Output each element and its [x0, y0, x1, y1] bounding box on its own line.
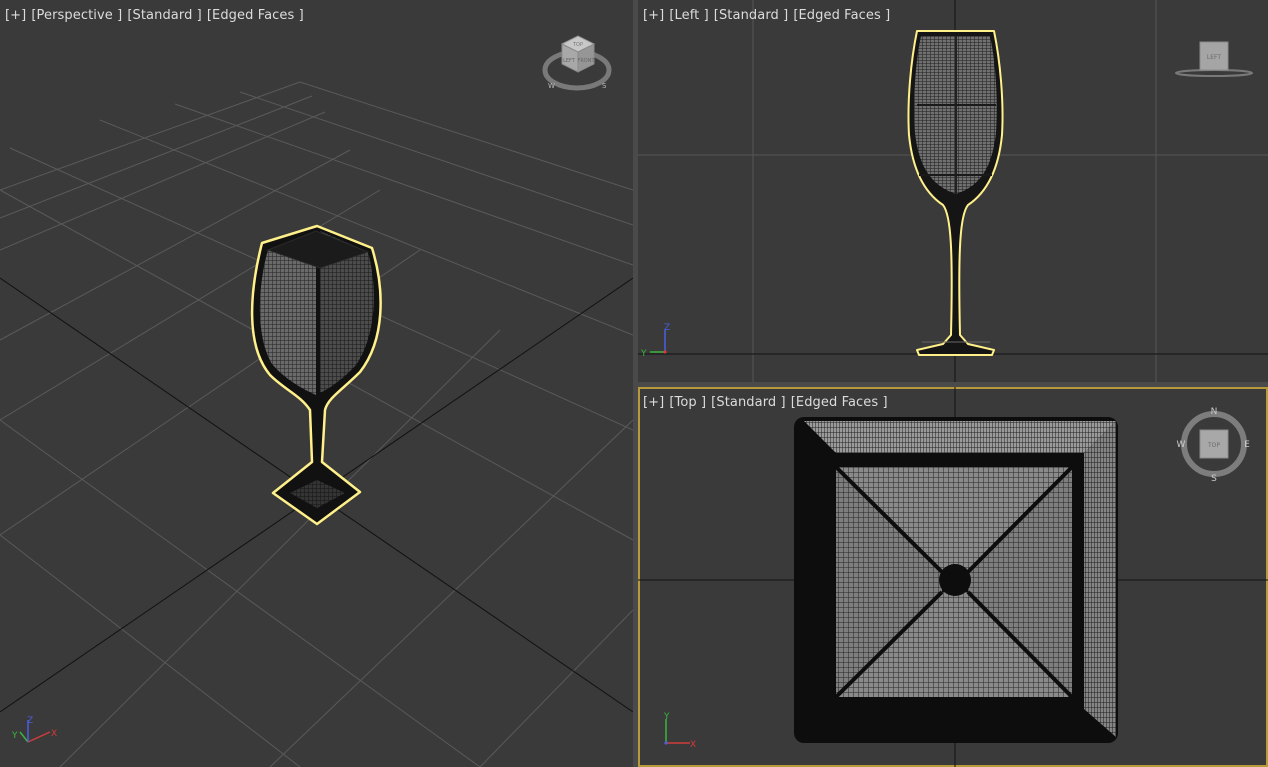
viewport-menu-button[interactable]: [+]: [5, 8, 26, 23]
compass-w-label[interactable]: W: [548, 82, 555, 90]
compass-e-label[interactable]: E: [1244, 440, 1250, 450]
viewcube-perspective[interactable]: TOP LEFT FRONT W S: [540, 30, 614, 96]
viewcube-top[interactable]: TOP N E S W: [1176, 405, 1252, 485]
perspective-scene[interactable]: [0, 0, 633, 767]
axis-z-label: Z: [27, 716, 33, 726]
viewport-label-top: [+] [Top ] [Standard ] [Edged Faces ]: [643, 395, 888, 410]
viewport-top[interactable]: [+] [Top ] [Standard ] [Edged Faces ] TO…: [638, 387, 1268, 767]
glass-top-view[interactable]: [794, 417, 1118, 743]
axis-tripod-left: Z Y: [640, 323, 670, 358]
axis-z-label: Z: [664, 323, 670, 333]
axis-x-label: X: [690, 740, 696, 749]
view-name-menu[interactable]: [Left ]: [669, 8, 708, 23]
viewcube-face-top[interactable]: TOP: [1207, 442, 1220, 449]
viewcube-face-left[interactable]: LEFT: [563, 58, 576, 64]
viewport-left[interactable]: [+] [Left ] [Standard ] [Edged Faces ] L…: [638, 0, 1268, 382]
axis-tripod-perspective: X Y Z: [11, 716, 57, 743]
glass-left-view[interactable]: [907, 30, 1004, 356]
axis-y-label: Y: [640, 349, 647, 358]
shading-menu[interactable]: [Standard ]: [127, 8, 202, 23]
axis-tripod-top: Y X: [663, 712, 696, 749]
viewport-menu-button[interactable]: [+]: [643, 395, 664, 410]
view-name-menu[interactable]: [Perspective ]: [31, 8, 122, 23]
compass-w-label[interactable]: W: [1177, 440, 1186, 450]
axis-x-label: X: [51, 729, 57, 739]
viewport-perspective[interactable]: [+] [Perspective ] [Standard ] [Edged Fa…: [0, 0, 633, 767]
viewport-label-left: [+] [Left ] [Standard ] [Edged Faces ]: [643, 8, 890, 23]
glass-perspective[interactable]: [250, 224, 382, 526]
compass-s-label[interactable]: S: [1211, 474, 1217, 484]
view-name-menu[interactable]: [Top ]: [669, 395, 706, 410]
viewcube-face-left[interactable]: LEFT: [1207, 54, 1221, 61]
shading-menu[interactable]: [Standard ]: [711, 395, 786, 410]
viewcube-left[interactable]: LEFT: [1174, 38, 1254, 82]
compass-s-label[interactable]: S: [602, 82, 607, 90]
display-mode-menu[interactable]: [Edged Faces ]: [793, 8, 890, 23]
shading-menu[interactable]: [Standard ]: [714, 8, 789, 23]
axis-y-label: Y: [663, 712, 670, 722]
viewcube-face-front[interactable]: FRONT: [577, 58, 595, 64]
display-mode-menu[interactable]: [Edged Faces ]: [791, 395, 888, 410]
viewport-menu-button[interactable]: [+]: [643, 8, 664, 23]
axis-y-label: Y: [11, 731, 18, 741]
viewport-label-perspective: [+] [Perspective ] [Standard ] [Edged Fa…: [5, 8, 304, 23]
top-scene[interactable]: [638, 387, 1268, 767]
display-mode-menu[interactable]: [Edged Faces ]: [207, 8, 304, 23]
viewcube-face-top[interactable]: TOP: [572, 42, 583, 48]
compass-n-label[interactable]: N: [1211, 407, 1218, 417]
